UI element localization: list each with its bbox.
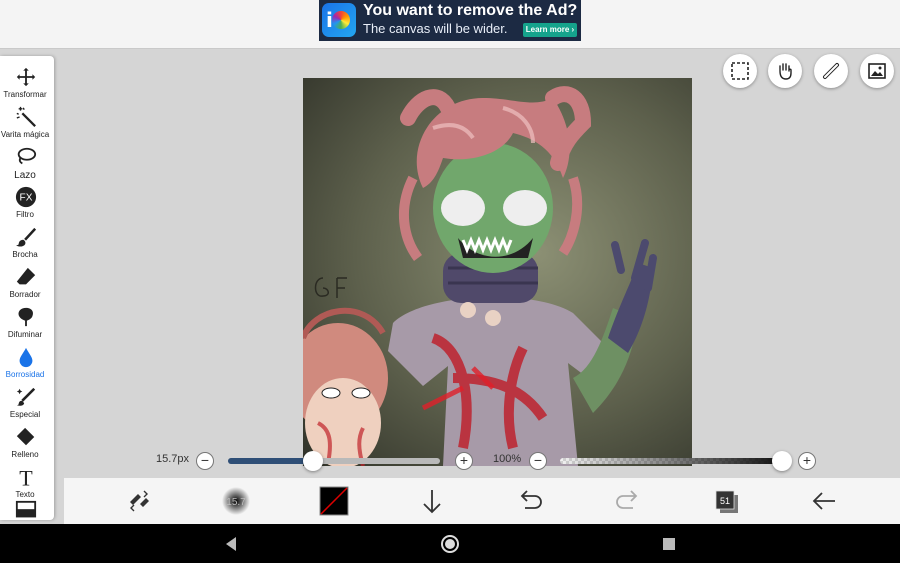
undo-button[interactable]	[515, 486, 545, 516]
ruler-icon	[823, 63, 839, 79]
tool-label: Borrosidad	[5, 370, 45, 379]
tool-label: Transformar	[3, 90, 47, 99]
tool-special[interactable]: Especial	[0, 382, 54, 422]
ad-headline: You want to remove the Ad?	[363, 2, 578, 19]
brush-icon	[15, 227, 37, 247]
selection-button[interactable]	[723, 54, 757, 88]
brush-size-thumb[interactable]	[302, 451, 323, 471]
nav-home-icon[interactable]	[440, 534, 460, 554]
tool-filter[interactable]: FX Filtro	[0, 182, 54, 222]
ruler-button[interactable]	[814, 54, 848, 88]
opacity-label: 100%	[493, 453, 522, 465]
fill-icon	[16, 427, 35, 446]
opacity-decrease-button[interactable]: −	[529, 452, 547, 470]
fx-icon: FX	[15, 186, 37, 208]
drawing-canvas[interactable]	[303, 78, 692, 466]
tool-label: Filtro	[16, 210, 34, 219]
brush-preview-icon: 15.7	[222, 487, 250, 515]
tool-fill[interactable]: Relleno	[0, 422, 54, 462]
arrow-left-icon	[812, 492, 835, 510]
ad-banner[interactable]: i You want to remove the Ad? The canvas …	[319, 0, 581, 41]
brush-size-decrease-button[interactable]: −	[196, 452, 214, 470]
ad-bar: i You want to remove the Ad? The canvas …	[0, 0, 900, 49]
tool-panel: Transformar Varita mágica Lazo FX Filtro…	[0, 56, 54, 520]
ad-learn-more-button[interactable]: Learn more ›	[523, 23, 577, 37]
brush-eraser-switch-button[interactable]	[124, 486, 154, 516]
back-button[interactable]	[809, 486, 839, 516]
svg-text:15.7: 15.7	[226, 497, 246, 508]
ad-subline: The canvas will be wider.	[363, 21, 508, 36]
tool-label: Lazo	[14, 170, 36, 181]
move-layer-down-button[interactable]	[417, 486, 447, 516]
tool-brush[interactable]: Brocha	[0, 222, 54, 262]
arrow-down-icon	[423, 490, 441, 514]
opacity-increase-button[interactable]: +	[798, 452, 816, 470]
tool-magic-wand[interactable]: Varita mágica	[0, 102, 54, 142]
artwork-illustration	[303, 86, 657, 466]
system-nav-bar	[0, 524, 900, 563]
eraser-icon	[16, 267, 36, 285]
tool-lasso[interactable]: Lazo	[0, 142, 54, 182]
hand-tool-button[interactable]	[768, 54, 802, 88]
tool-label: Difuminar	[7, 330, 43, 339]
ibispaint-logo-icon: i	[322, 3, 356, 37]
svg-text:51: 51	[720, 496, 730, 506]
undo-icon	[520, 490, 542, 509]
hand-icon	[779, 63, 792, 80]
tool-label: Borrador	[9, 290, 41, 299]
dashed-selection-icon	[731, 62, 749, 80]
brush-size-label: 15.7px	[156, 453, 190, 465]
opacity-thumb[interactable]	[772, 451, 792, 471]
move-icon	[16, 67, 36, 87]
tool-label: Brocha	[12, 250, 38, 259]
bottom-toolbar: 15.7 51	[64, 478, 900, 524]
magic-wand-icon	[16, 106, 36, 127]
brush-swap-icon	[130, 490, 149, 512]
tool-frame[interactable]	[0, 496, 54, 520]
layers-button[interactable]: 51	[711, 486, 741, 516]
tool-label: Varita mágica	[0, 130, 50, 139]
color-swatch-icon	[319, 486, 349, 516]
smudge-icon	[18, 307, 33, 327]
svg-text:FX: FX	[20, 193, 33, 204]
lasso-icon	[17, 147, 37, 165]
tool-smudge[interactable]: Difuminar	[0, 302, 54, 342]
nav-recents-icon[interactable]	[662, 537, 676, 551]
tool-blur[interactable]: Borrosidad	[0, 342, 54, 382]
brush-preview-button[interactable]: 15.7	[221, 486, 251, 516]
color-swatch-button[interactable]	[319, 486, 349, 516]
brush-size-fill	[228, 458, 313, 464]
tool-label: Especial	[9, 410, 41, 419]
text-icon: T	[19, 466, 33, 488]
tool-label: Relleno	[11, 450, 39, 459]
nav-back-icon[interactable]	[224, 536, 238, 552]
blur-drop-icon	[19, 347, 33, 368]
brush-size-increase-button[interactable]: +	[455, 452, 473, 470]
opacity-track[interactable]	[560, 458, 782, 464]
layers-icon: 51	[715, 490, 738, 513]
tool-eraser[interactable]: Borrador	[0, 262, 54, 302]
redo-button[interactable]	[613, 486, 643, 516]
frame-icon	[15, 500, 37, 518]
special-brush-icon	[16, 387, 36, 406]
image-icon	[868, 63, 886, 79]
tool-transform[interactable]: Transformar	[0, 62, 54, 102]
reference-image-button[interactable]	[860, 54, 894, 88]
svg-text:T: T	[19, 466, 33, 488]
redo-icon	[616, 490, 638, 509]
